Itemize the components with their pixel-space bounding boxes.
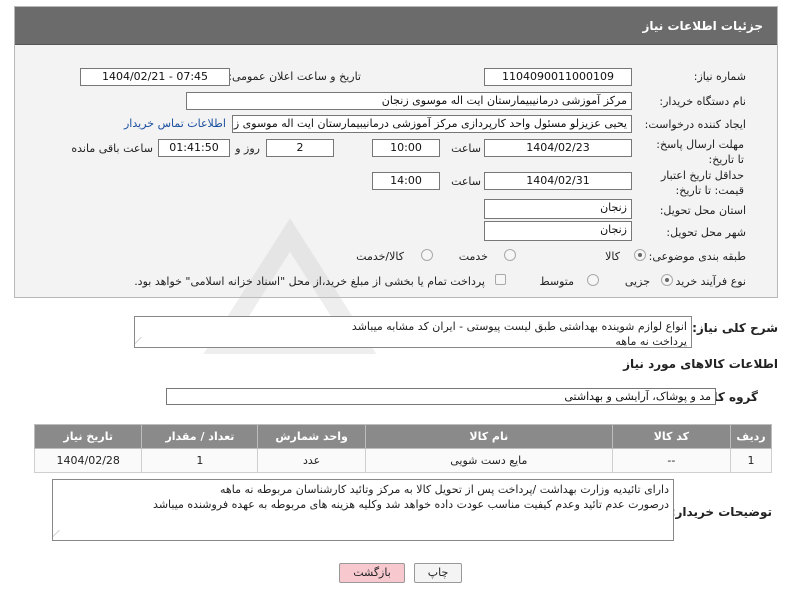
col-quantity: تعداد / مقدار [141,424,259,449]
deadline-label: مهلت ارسال پاسخ: تا تاریخ: [656,138,744,166]
treasury-payment-checkbox[interactable] [495,274,506,285]
buyer-notes-line-2: درصورت عدم تائید وعدم کیفیت مناسب عودت د… [153,498,669,511]
goods-group-field[interactable]: مد و پوشاک، آرایشی و بهداشتی [166,388,716,405]
description-field[interactable]: انواع لوازم شوینده بهداشتی طبق لیست پیوس… [134,316,692,348]
purchase-type-label: نوع فرآیند خرید : [668,275,746,288]
buyer-org-field[interactable]: مرکز آموزشی درمانیبیمارستان ایت اله موسو… [186,92,632,110]
category-radio-goods-service[interactable] [421,249,433,261]
description-label: شرح کلی نیاز: [692,321,778,335]
province-label: استان محل تحویل: [659,204,746,217]
min-price-date-field[interactable]: 1404/02/31 [484,172,632,190]
days-label: روز و [235,142,260,155]
cell-unit: عدد [257,448,366,473]
deadline-time-field[interactable]: 10:00 [372,139,440,157]
province-field[interactable]: زنجان [484,199,632,219]
city-field[interactable]: زنجان [484,221,632,241]
panel-title: جزئیات اطلاعات نیاز [642,19,763,33]
back-button[interactable]: بازگشت [339,563,405,583]
description-line-2: پرداخت نه ماهه [615,335,687,348]
buyer-notes-field[interactable]: دارای تائیدیه وزارت بهداشت /پرداخت پس از… [52,479,674,541]
col-unit: واحد شمارش [257,424,366,449]
buyer-contact-link[interactable]: اطلاعات تماس خریدار [124,117,226,130]
remaining-time-field[interactable]: 01:41:50 [158,139,230,157]
purchase-radio-medium[interactable] [587,274,599,286]
cell-name: مایع دست شویی [364,448,613,473]
announce-label: تاریخ و ساعت اعلان عمومی: [228,70,361,83]
days-field[interactable]: 2 [266,139,334,157]
deadline-date-field[interactable]: 1404/02/23 [484,139,632,157]
need-number-label: شماره نیاز: [693,70,746,83]
col-code: کد کالا [611,424,731,449]
cell-need-date: 1404/02/28 [33,448,143,473]
category-label: طبقه بندی موضوعی: [648,250,746,263]
category-option-goods-service: کالا/خدمت [356,250,404,263]
cell-code: -- [611,448,731,473]
creator-label: ایجاد کننده درخواست: [644,118,746,131]
need-number-field[interactable]: 1104090011000109 [484,68,632,86]
col-row: ردیف [729,424,773,449]
purchase-radio-minor[interactable] [661,274,673,286]
col-need-date: تاریخ نیاز [33,424,143,449]
goods-table: ردیف کد کالا نام کالا واحد شمارش تعداد /… [33,424,773,473]
cell-quantity: 1 [141,448,259,473]
description-line-1: انواع لوازم شوینده بهداشتی طبق لیست پیوس… [351,320,687,333]
category-radio-goods[interactable] [634,249,646,261]
category-option-service: خدمت [458,250,488,263]
purchase-option-minor: جزیی [624,275,650,288]
min-price-time-field[interactable]: 14:00 [372,172,440,190]
treasury-payment-note: پرداخت تمام یا بخشی از مبلغ خرید،از محل … [134,275,485,288]
creator-field[interactable]: یحیی عزیزلو مسئول واحد کارپردازی مرکز آم… [232,115,632,133]
category-option-goods: کالا [605,250,620,263]
buyer-org-label: نام دستگاه خریدار: [659,95,746,108]
remaining-label: ساعت باقی مانده [71,142,153,155]
col-name: نام کالا [364,424,613,449]
panel-header: جزئیات اطلاعات نیاز [15,7,777,45]
buyer-notes-label: توضیحات خریدار: [670,505,772,519]
cell-row: 1 [729,448,773,473]
table-row[interactable]: 1 -- مایع دست شویی عدد 1 1404/02/28 [33,448,773,473]
resize-grip-icon[interactable] [53,530,67,538]
print-button[interactable]: چاپ [414,563,462,583]
city-label: شهر محل تحویل: [666,226,746,239]
buyer-notes-line-1: دارای تائیدیه وزارت بهداشت /پرداخت پس از… [220,483,669,496]
goods-table-header: ردیف کد کالا نام کالا واحد شمارش تعداد /… [33,424,773,449]
announce-field[interactable]: 1404/02/21 - 07:45 [80,68,230,86]
deadline-time-label: ساعت [451,142,481,155]
min-price-time-label: ساعت [451,175,481,188]
category-radio-service[interactable] [504,249,516,261]
goods-section-title: اطلاعات کالاهای مورد نیاز [623,357,778,371]
min-price-label: حداقل تاریخ اعتبار قیمت: تا تاریخ: [660,169,744,197]
purchase-option-medium: متوسط [539,275,574,288]
